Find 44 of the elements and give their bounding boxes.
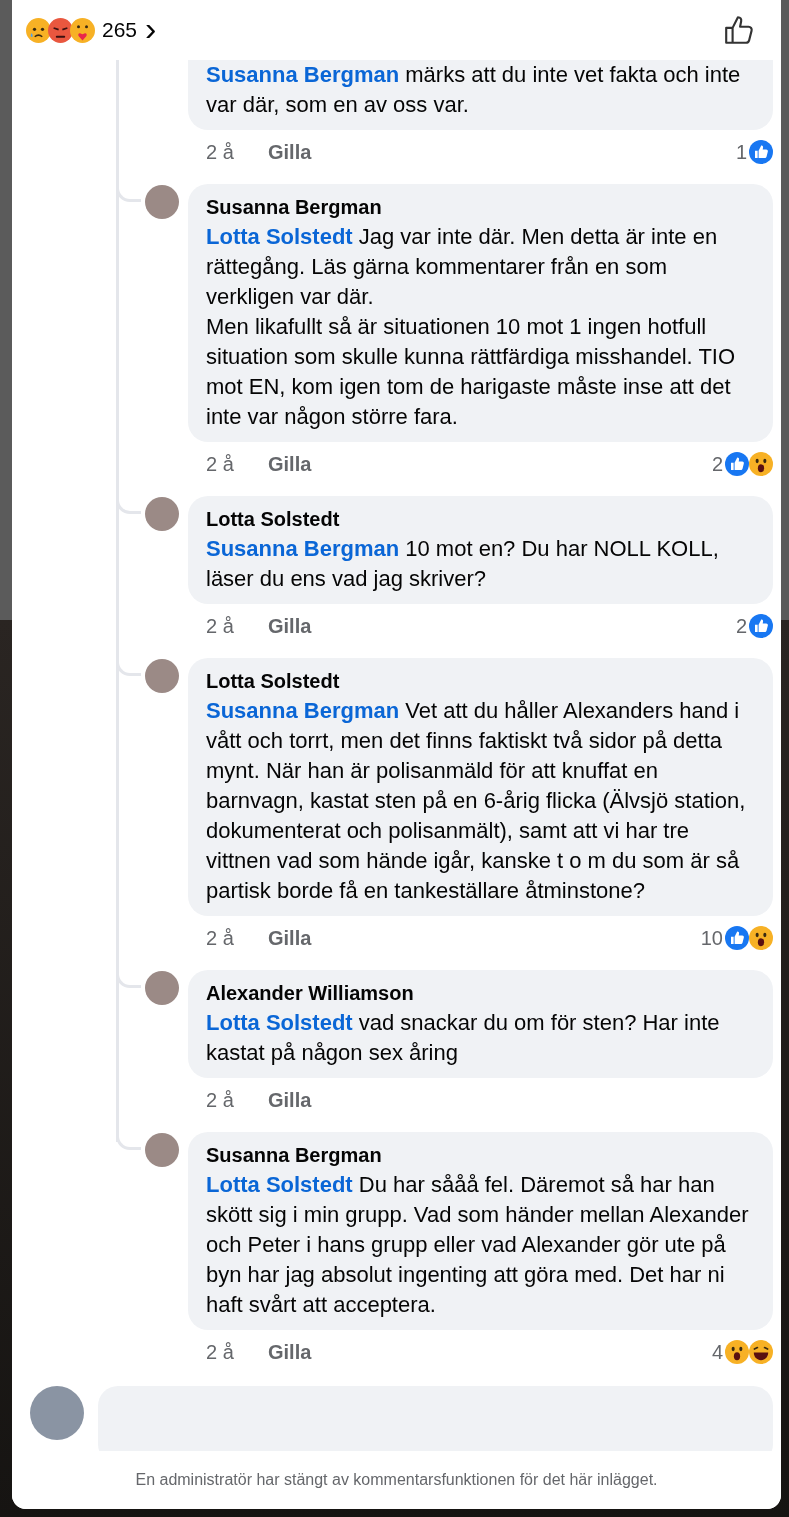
reaction-count[interactable]: 2 bbox=[735, 614, 747, 638]
mention-link[interactable]: Lotta Solstedt bbox=[206, 224, 353, 249]
like-link[interactable]: Gilla bbox=[268, 614, 312, 638]
like-link[interactable]: Gilla bbox=[268, 1088, 312, 1112]
comment-text: Lotta Solstedt Jag var inte där. Men detta är inte en rättegång. Läs gärna kommentarer från en som verkligen var där. Men likafullt så är situationen 10 mot 1 ingen hotfull situation som skulle kunna rättfärdiga misshandel. TIO mot EN, kom igen tom de harigaste måste inse att det inte var någon större fara. bbox=[206, 223, 737, 431]
comment-author[interactable]: Susanna Bergman bbox=[206, 192, 755, 222]
avatar-photo[interactable] bbox=[145, 971, 179, 1005]
reaction-count[interactable]: 2 bbox=[711, 452, 723, 476]
comment-time: 2 å bbox=[206, 140, 235, 164]
comment-time: 2 å bbox=[206, 452, 235, 476]
comments-closed-notice: En administratör har stängt av kommentarsfunktionen för det här inlägget. bbox=[135, 1471, 658, 1489]
mention-link[interactable]: Susanna Bergman bbox=[206, 62, 400, 87]
comment-author[interactable]: Lotta Solstedt bbox=[206, 666, 755, 696]
mention-link[interactable]: Lotta Solstedt bbox=[206, 1010, 353, 1035]
avatar-photo[interactable] bbox=[145, 497, 179, 531]
comment-author[interactable]: Lotta Solstedt bbox=[206, 504, 755, 534]
reaction-count[interactable]: 1 bbox=[735, 140, 747, 164]
reaction-count[interactable]: 4 bbox=[711, 1340, 723, 1364]
comment-author[interactable]: Susanna Bergman bbox=[206, 1140, 755, 1170]
avatar-photo[interactable] bbox=[145, 185, 179, 219]
like-link[interactable]: Gilla bbox=[268, 452, 312, 476]
avatar-photo[interactable] bbox=[145, 659, 179, 693]
like-link[interactable]: Gilla bbox=[268, 926, 312, 950]
comment-text: Susanna Bergman 10 mot en? Du har NOLL KOLL, läser du ens vad jag skriver? bbox=[206, 535, 720, 593]
chevron-icon[interactable]: › bbox=[145, 11, 157, 45]
comment-text: Susanna Bergman Vet att du håller Alexanders hand i vått och torrt, men det finns faktiskt två sidor på detta mynt. När han är polisanmäld för att knuffat en barnvagn, kastat sten på en 6-årig flicka (Älvsjö station, dokumenterat och polisanmält), samt att vi har tre vittnen vad som hände igår, kanske t o m du som är så partisk borde få en tankeställare åtminstone? bbox=[206, 697, 747, 905]
mention-link[interactable]: Susanna Bergman bbox=[206, 536, 400, 561]
comment-text: Lotta Solstedt vad snackar du om för sten? Har inte kastat på någon sex åring bbox=[206, 1009, 721, 1067]
comment-time: 2 å bbox=[206, 614, 235, 638]
mention-link[interactable]: Susanna Bergman bbox=[206, 698, 400, 723]
avatar-photo[interactable] bbox=[145, 1133, 179, 1167]
comment-author[interactable]: Alexander Williamson bbox=[206, 978, 755, 1008]
like-link[interactable]: Gilla bbox=[268, 1340, 312, 1364]
comment-text: Lotta Solstedt Du har sååå fel. Däremot så har han skött sig i min grupp. Vad som händer mellan Alexander och Peter i hans grupp eller vad Alexander gör ute på byn har jag absolut ingenting att göra med. Det har ni haft svårt att acceptera. bbox=[206, 1171, 750, 1319]
comment-text: Susanna Bergman märks att du inte vet fakta och inte var där, som en av oss var. bbox=[206, 61, 742, 119]
avatar-photo[interactable] bbox=[30, 1386, 84, 1440]
comment-time: 2 å bbox=[206, 1088, 235, 1112]
like-icon[interactable] bbox=[723, 14, 755, 46]
reaction-count[interactable]: 265 bbox=[102, 18, 138, 42]
comment-time: 2 å bbox=[206, 1340, 235, 1364]
reaction-count[interactable]: 10 bbox=[700, 926, 723, 950]
like-link[interactable]: Gilla bbox=[268, 140, 312, 164]
mention-link[interactable]: Lotta Solstedt bbox=[206, 1172, 353, 1197]
comment-time: 2 å bbox=[206, 926, 235, 950]
